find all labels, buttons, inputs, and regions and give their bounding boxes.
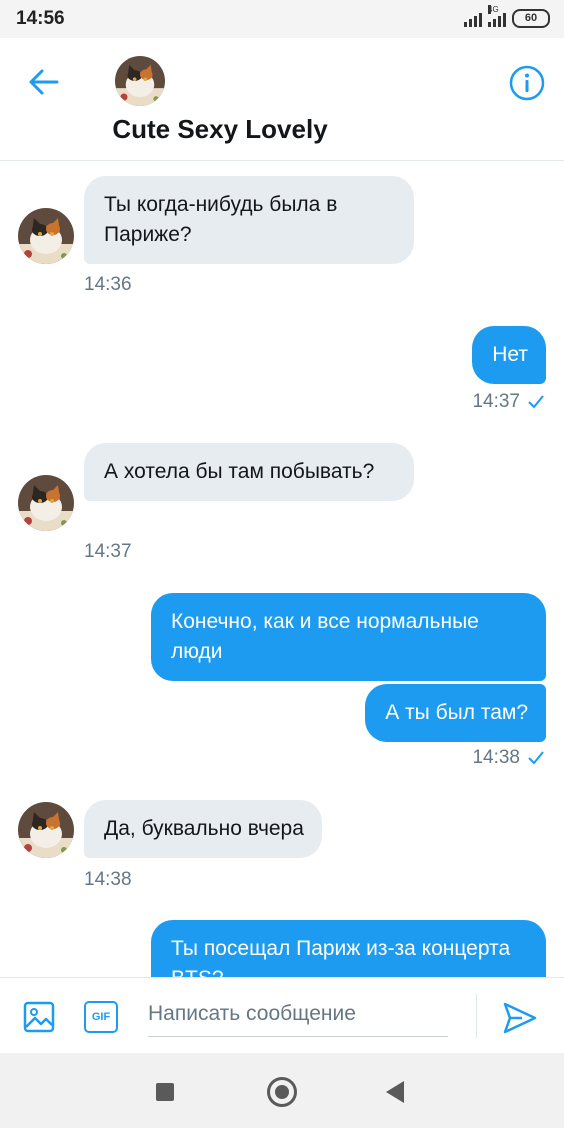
- message-composer: GIF: [0, 977, 564, 1054]
- signal-4g-icon: 4G: [488, 4, 506, 27]
- sender-avatar[interactable]: [18, 475, 74, 531]
- status-time: 14:56: [16, 8, 65, 29]
- message-timestamp: 14:36: [84, 274, 132, 295]
- message-meta: 14:38: [472, 747, 544, 769]
- message-bubble-outgoing[interactable]: Ты посещал Париж из-за концерта BTS?: [151, 920, 546, 977]
- message-bubble-outgoing[interactable]: Нет: [472, 326, 546, 384]
- back-button[interactable]: [24, 62, 64, 102]
- message-meta: 14:37: [472, 391, 544, 413]
- cat-avatar-image: [18, 208, 74, 264]
- message-thread[interactable]: Ты когда-нибудь была в Париже? 14:36 Нет…: [0, 161, 564, 977]
- send-icon: [503, 1002, 537, 1034]
- cat-avatar-image: [115, 56, 165, 106]
- message-timestamp: 14:38: [84, 869, 132, 890]
- message-bubble-incoming[interactable]: Да, буквально вчера: [84, 800, 322, 858]
- message-input[interactable]: [148, 992, 448, 1037]
- arrow-left-icon: [29, 69, 59, 95]
- contact-avatar[interactable]: [115, 56, 165, 106]
- add-media-button[interactable]: [22, 1000, 56, 1034]
- conversation-header: Cute Sexy Lovely: [0, 38, 564, 161]
- home-button[interactable]: [267, 1077, 297, 1107]
- info-button[interactable]: [508, 64, 546, 102]
- composer-divider: [476, 994, 477, 1038]
- contact-name: Cute Sexy Lovely: [112, 114, 328, 144]
- battery-icon: 60: [512, 9, 550, 28]
- cat-avatar-image: [18, 475, 74, 531]
- checkmark-icon: [528, 395, 544, 409]
- message-bubble-incoming[interactable]: А хотела бы там побывать?: [84, 443, 414, 501]
- message-bubble-outgoing[interactable]: А ты был там?: [365, 684, 546, 742]
- message-timestamp: 14:38: [472, 747, 520, 768]
- system-nav-bar: [0, 1053, 564, 1128]
- status-bar: 14:56 4G 60: [0, 0, 564, 38]
- image-icon: [23, 1001, 55, 1033]
- system-back-button[interactable]: [386, 1081, 404, 1103]
- network-type-label: 4G: [488, 4, 499, 14]
- gif-button[interactable]: GIF: [84, 1001, 118, 1033]
- send-button[interactable]: [502, 1000, 538, 1036]
- message-bubble-outgoing[interactable]: Конечно, как и все нормальные люди: [151, 593, 546, 681]
- recents-button[interactable]: [156, 1083, 174, 1101]
- checkmark-icon: [528, 751, 544, 765]
- cat-avatar-image: [18, 802, 74, 858]
- sender-avatar[interactable]: [18, 208, 74, 264]
- signal-icon: [464, 11, 482, 27]
- message-timestamp: 14:37: [84, 541, 132, 562]
- status-icons: 4G 60: [464, 4, 550, 28]
- sender-avatar[interactable]: [18, 802, 74, 858]
- info-circle-icon: [509, 65, 545, 101]
- message-bubble-incoming[interactable]: Ты когда-нибудь была в Париже?: [84, 176, 414, 264]
- message-timestamp: 14:37: [472, 391, 520, 412]
